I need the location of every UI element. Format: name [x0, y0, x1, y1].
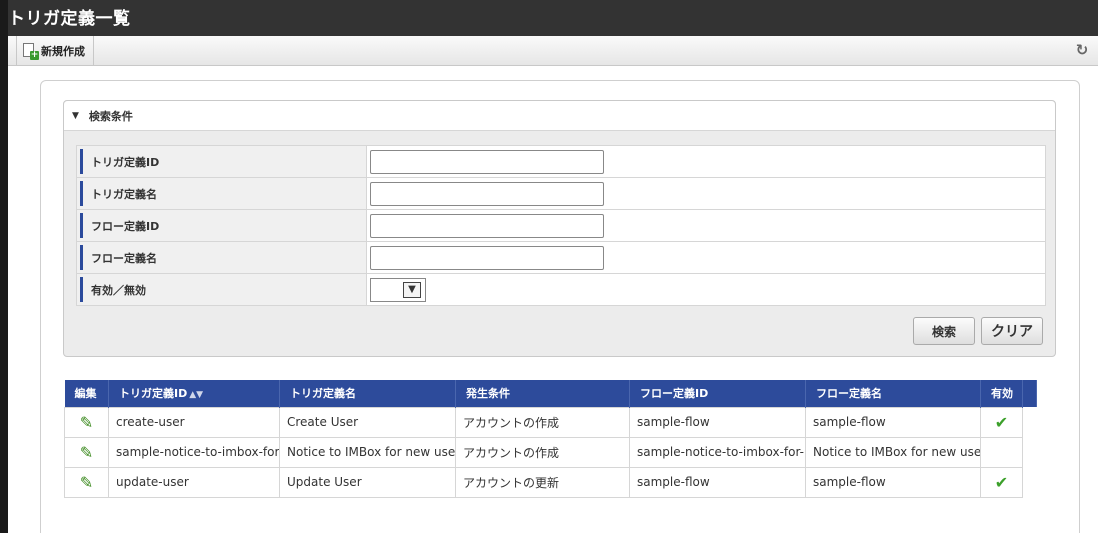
col-scroll-spacer — [1022, 380, 1037, 407]
trigger-table: 編集 トリガ定義ID ▲▼ トリガ定義名 発生条件 フロー定義ID フロー定義名 … — [64, 380, 1037, 498]
row-trigger-name: Create User — [279, 406, 456, 438]
row-trigger-id: sample-notice-to-imbox-for-new-user — [108, 436, 280, 468]
row-condition: アカウントの更新 — [455, 466, 630, 498]
flow-name-input[interactable] — [370, 245, 604, 270]
page-title: トリガ定義一覧 — [8, 9, 131, 29]
check-icon: ✔ — [994, 472, 1009, 492]
col-trigger-name: トリガ定義名 — [279, 380, 456, 407]
search-button[interactable]: 検索 — [913, 317, 975, 345]
pencil-icon[interactable]: ✎ — [80, 473, 93, 492]
flow-id-input[interactable] — [370, 213, 604, 238]
row-flow-name: sample-flow — [805, 406, 981, 438]
new-button-label: 新規作成 — [41, 44, 85, 58]
collapse-caret-icon[interactable]: ▼ — [72, 111, 79, 121]
chevron-down-icon[interactable]: ▼ — [403, 281, 421, 298]
trigger-name-label: トリガ定義名 — [76, 177, 367, 210]
check-icon: ✔ — [994, 412, 1009, 432]
sort-icon[interactable]: ▲▼ — [189, 390, 203, 400]
row-flow-id: sample-notice-to-imbox-for-new-user — [629, 436, 806, 468]
trigger-id-input[interactable] — [370, 149, 604, 174]
row-condition: アカウントの作成 — [455, 406, 630, 438]
trigger-id-label: トリガ定義ID — [76, 145, 367, 178]
search-header-label: 検索条件 — [88, 109, 133, 123]
col-flow-id: フロー定義ID — [629, 380, 806, 407]
row-flow-name: Notice to IMBox for new user — [805, 436, 981, 468]
row-flow-id: sample-flow — [629, 406, 806, 438]
row-trigger-id: create-user — [108, 406, 280, 438]
clear-button[interactable]: クリア — [981, 317, 1043, 345]
col-condition: 発生条件 — [455, 380, 630, 407]
flow-name-label: フロー定義名 — [76, 241, 367, 274]
row-trigger-name: Update User — [279, 466, 456, 498]
table-row: ✎ create-user Create User アカウントの作成 sampl… — [64, 406, 1037, 438]
window-edge — [0, 0, 8, 533]
title-bar: トリガ定義一覧 — [0, 0, 1098, 36]
enabled-select[interactable]: ▼ — [370, 277, 426, 302]
col-enabled: 有効 — [980, 380, 1023, 407]
row-trigger-name: Notice to IMBox for new user — [279, 436, 456, 468]
col-flow-name: フロー定義名 — [805, 380, 981, 407]
toolbar: + 新規作成 ↻ — [8, 36, 1098, 66]
pencil-icon[interactable]: ✎ — [80, 413, 93, 432]
new-button[interactable]: + 新規作成 — [16, 36, 94, 65]
row-trigger-id: update-user — [108, 466, 280, 498]
trigger-name-input[interactable] — [370, 181, 604, 206]
table-header: 編集 トリガ定義ID ▲▼ トリガ定義名 発生条件 フロー定義ID フロー定義名 … — [64, 380, 1037, 407]
refresh-icon[interactable]: ↻ — [1072, 40, 1092, 60]
search-panel: ▼ 検索条件 トリガ定義ID トリガ定義名 フロー定義ID フロー定義名 有効／… — [63, 100, 1056, 357]
new-document-icon: + — [23, 42, 39, 60]
enabled-label: 有効／無効 — [76, 273, 367, 306]
search-header[interactable]: ▼ 検索条件 — [64, 101, 1055, 131]
flow-id-label: フロー定義ID — [76, 209, 367, 242]
search-form: トリガ定義ID トリガ定義名 フロー定義ID フロー定義名 有効／無効 ▼ — [76, 145, 1046, 306]
table-row: ✎ update-user Update User アカウントの更新 sampl… — [64, 466, 1037, 498]
col-edit: 編集 — [64, 380, 109, 407]
row-flow-id: sample-flow — [629, 466, 806, 498]
pencil-icon[interactable]: ✎ — [80, 443, 93, 462]
col-trigger-id[interactable]: トリガ定義ID ▲▼ — [108, 380, 280, 407]
row-flow-name: sample-flow — [805, 466, 981, 498]
row-condition: アカウントの作成 — [455, 436, 630, 468]
table-row: ✎ sample-notice-to-imbox-for-new-user No… — [64, 436, 1037, 468]
